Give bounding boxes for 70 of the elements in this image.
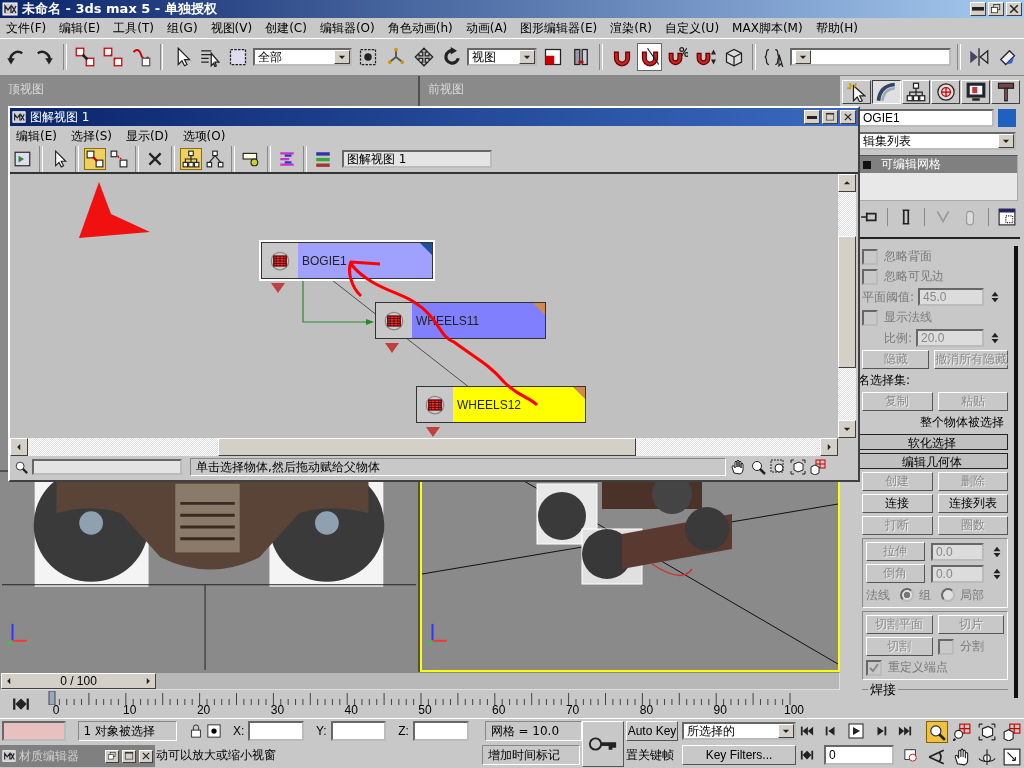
- menu-item[interactable]: 选择(S): [70, 127, 112, 145]
- modifier-list-dropdown[interactable]: 辑集列表: [858, 132, 1016, 150]
- menu-item[interactable]: 创建(C): [265, 19, 307, 37]
- timeline-label: 0: [52, 703, 60, 717]
- menu-item[interactable]: 文件(F): [6, 19, 47, 37]
- radio-label: 局部: [960, 586, 984, 604]
- group-label: 焊接: [868, 682, 898, 697]
- timeline-label: 80: [639, 703, 654, 717]
- panel-button[interactable]: 连接: [862, 494, 933, 513]
- key-mode-dropdown[interactable]: 所选择的: [682, 722, 796, 740]
- minimized-window-title: 材质编辑器: [19, 747, 80, 765]
- menu-item[interactable]: 显示(D): [125, 127, 169, 145]
- menu-item[interactable]: 动画(A): [465, 19, 508, 37]
- view-name-field[interactable]: 图解视图 1: [342, 150, 492, 168]
- timeline-label: 20: [196, 703, 211, 717]
- menu-item[interactable]: 角色动画(h): [387, 19, 453, 37]
- radio-label: 组: [919, 586, 931, 604]
- auto-key-button[interactable]: Auto Key: [626, 721, 678, 741]
- menu-item[interactable]: 视图(V): [210, 19, 253, 37]
- checkbox-label: 忽略背面: [884, 248, 932, 265]
- timeline-label: 30: [270, 703, 285, 717]
- menu-item[interactable]: 编辑(E): [16, 127, 57, 145]
- menu-item[interactable]: 组(G): [166, 19, 198, 37]
- window-title: 未命名 - 3ds max 5 - 单独授权: [22, 0, 218, 18]
- selection-info: 整个物体被选择: [919, 414, 1005, 431]
- threshold-label: 平面阈值:: [862, 288, 915, 306]
- timeline-label: 50: [418, 703, 432, 717]
- menu-item[interactable]: 编辑器(O): [319, 19, 375, 37]
- checkbox-label: 显示法线: [884, 309, 932, 326]
- node-label: BOGIE1: [298, 243, 432, 278]
- menu-item[interactable]: MAX脚本(M): [732, 19, 803, 37]
- coordinate-label: X:: [232, 724, 245, 738]
- menu-item[interactable]: 选项(O): [182, 127, 226, 145]
- timeline-label: 40: [344, 703, 358, 717]
- coordinate-label: Y:: [315, 724, 327, 738]
- timeline-label: 90: [713, 703, 727, 717]
- scale-label: 比例:: [883, 329, 912, 347]
- menu-item[interactable]: 渲染(R): [610, 19, 652, 37]
- panel-button[interactable]: 连接列表: [937, 494, 1008, 513]
- selection-filter-dropdown[interactable]: 全部: [253, 48, 353, 66]
- menu-item[interactable]: 自定义(U): [664, 19, 720, 37]
- menu-item[interactable]: 帮助(H): [815, 19, 858, 37]
- selection-count: 1 对象被选择: [77, 721, 177, 741]
- coordinate-system-dropdown[interactable]: 视图: [467, 48, 538, 66]
- set-key-label: 置关键帧: [626, 746, 675, 764]
- stack-item[interactable]: 可编辑网格: [859, 156, 1017, 173]
- coordinate-label: Z:: [398, 724, 409, 738]
- frame-field[interactable]: 0: [824, 745, 894, 765]
- window-title: 图解视图 1: [30, 108, 91, 126]
- checkbox-label: 重定义端点: [888, 659, 948, 676]
- grid-size: 网格 = 10.0: [484, 721, 582, 741]
- timeline-label: 10: [123, 703, 137, 717]
- timeline-label: 100: [784, 703, 804, 717]
- checkbox-label: 分割: [959, 638, 984, 655]
- menu-item[interactable]: 编辑(E): [59, 19, 101, 37]
- menu-item[interactable]: 工具(T): [113, 19, 154, 37]
- timeline-label: 60: [492, 703, 506, 717]
- schematic-node[interactable]: BOGIE1: [261, 242, 433, 279]
- checkbox-label: 忽略可见边: [884, 268, 944, 285]
- timeline-label: 70: [565, 703, 580, 717]
- normals-label: 法线: [866, 586, 890, 604]
- time-slider-handle[interactable]: 0 / 100: [1, 673, 156, 689]
- node-label: WHEELS12: [453, 387, 585, 422]
- prompt-text: 动可以放大或缩小视窗: [156, 746, 277, 764]
- key-filters-button[interactable]: Key Filters...: [682, 745, 796, 765]
- object-name-field[interactable]: OGIE1: [858, 109, 994, 127]
- prompt-text: 单击选择物体,然后拖动赋给父物体: [190, 458, 726, 476]
- add-time-tag-button[interactable]: 增加时间标记: [482, 745, 580, 765]
- menu-item[interactable]: 图形编辑器(E): [520, 19, 598, 37]
- schematic-node[interactable]: WHEELS12: [416, 386, 586, 423]
